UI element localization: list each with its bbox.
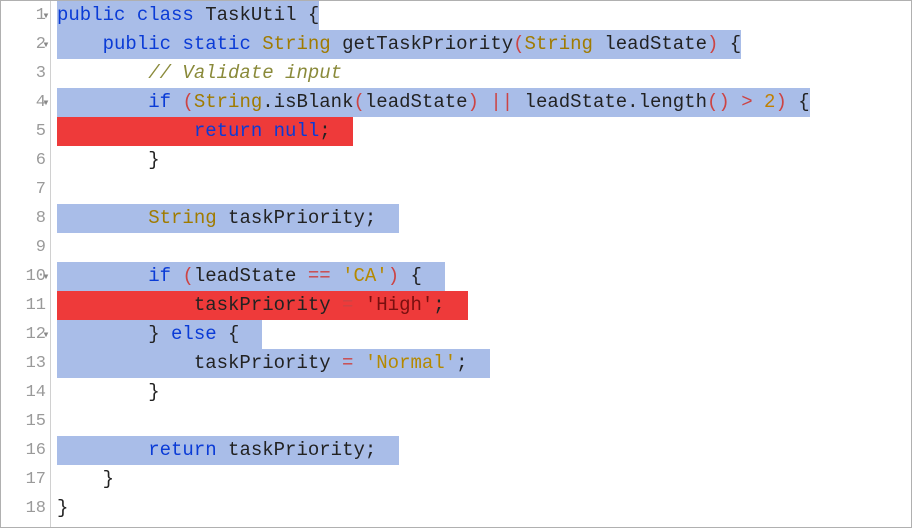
code-line[interactable]: } [57, 465, 911, 494]
param: leadState [604, 33, 707, 55]
code-area[interactable]: public class TaskUtil { public static St… [51, 1, 911, 527]
keyword: public [103, 33, 171, 55]
line-number-gutter: 1▾ 2▾ 3 4▾ 5 6 7 8 9 10▾ 11 12▾ 13 14 15… [1, 1, 51, 527]
method-call: isBlank [274, 91, 354, 113]
comment: // Validate input [148, 62, 342, 84]
gutter-row: 11 [1, 291, 50, 320]
number-literal: 2 [764, 91, 775, 113]
code-line[interactable]: taskPriority = 'Normal'; [57, 349, 911, 378]
variable: taskPriority [228, 207, 365, 229]
code-line[interactable]: } [57, 494, 911, 523]
fold-icon[interactable]: ▾ [40, 10, 52, 22]
line-number: 9 [36, 239, 46, 256]
type: String [525, 33, 593, 55]
keyword: class [137, 4, 194, 26]
gutter-row: 1▾ [1, 1, 50, 30]
class-name: TaskUtil [205, 4, 296, 26]
keyword: return [148, 439, 216, 461]
code-line[interactable]: } [57, 146, 911, 175]
gutter-row: 15 [1, 407, 50, 436]
fold-icon[interactable]: ▾ [40, 97, 52, 109]
gutter-row: 10▾ [1, 262, 50, 291]
gutter-row: 16 [1, 436, 50, 465]
gutter-row: 17 [1, 465, 50, 494]
code-line[interactable]: public class TaskUtil { [57, 1, 911, 30]
gutter-row: 6 [1, 146, 50, 175]
method-call: length [639, 91, 707, 113]
gutter-row: 7 [1, 175, 50, 204]
code-line[interactable]: return taskPriority; [57, 436, 911, 465]
line-number: 16 [26, 442, 46, 459]
type: String [262, 33, 330, 55]
line-number: 18 [26, 500, 46, 517]
line-number: 15 [26, 413, 46, 430]
code-line[interactable] [57, 175, 911, 204]
code-line[interactable]: } else { [57, 320, 911, 349]
code-editor[interactable]: 1▾ 2▾ 3 4▾ 5 6 7 8 9 10▾ 11 12▾ 13 14 15… [1, 1, 911, 527]
code-line[interactable]: return null; [57, 117, 911, 146]
gutter-row: 13 [1, 349, 50, 378]
code-line[interactable]: public static String getTaskPriority(Str… [57, 30, 911, 59]
line-number: 6 [36, 152, 46, 169]
code-line[interactable] [57, 407, 911, 436]
gutter-row: 5 [1, 117, 50, 146]
code-line[interactable]: if (leadState == 'CA') { [57, 262, 911, 291]
string-literal: 'CA' [342, 265, 388, 287]
keyword: else [171, 323, 217, 345]
fold-icon[interactable]: ▾ [40, 39, 52, 51]
null-literal: null [274, 120, 320, 142]
keyword: return [194, 120, 262, 142]
keyword: if [148, 91, 171, 113]
line-number: 11 [26, 297, 46, 314]
code-line[interactable]: if (String.isBlank(leadState) || leadSta… [57, 88, 911, 117]
gutter-row: 9 [1, 233, 50, 262]
gutter-row: 2▾ [1, 30, 50, 59]
method-name: getTaskPriority [342, 33, 513, 55]
gutter-row: 4▾ [1, 88, 50, 117]
fold-icon[interactable]: ▾ [40, 329, 52, 341]
keyword: static [182, 33, 250, 55]
code-line[interactable]: } [57, 378, 911, 407]
line-number: 8 [36, 210, 46, 227]
gutter-row: 8 [1, 204, 50, 233]
type: String [194, 91, 262, 113]
keyword: if [148, 265, 171, 287]
string-literal: 'High' [365, 294, 433, 316]
line-number: 5 [36, 123, 46, 140]
code-line[interactable]: // Validate input [57, 59, 911, 88]
type: String [148, 207, 216, 229]
line-number: 7 [36, 181, 46, 198]
fold-icon[interactable]: ▾ [40, 271, 52, 283]
code-line[interactable] [57, 233, 911, 262]
gutter-row: 14 [1, 378, 50, 407]
line-number: 17 [26, 471, 46, 488]
code-line[interactable]: taskPriority = 'High'; [57, 291, 911, 320]
string-literal: 'Normal' [365, 352, 456, 374]
gutter-row: 12▾ [1, 320, 50, 349]
gutter-row: 18 [1, 494, 50, 523]
line-number: 13 [26, 355, 46, 372]
line-number: 14 [26, 384, 46, 401]
line-number: 3 [36, 65, 46, 82]
code-line[interactable]: String taskPriority; [57, 204, 911, 233]
gutter-row: 3 [1, 59, 50, 88]
keyword: public [57, 4, 125, 26]
